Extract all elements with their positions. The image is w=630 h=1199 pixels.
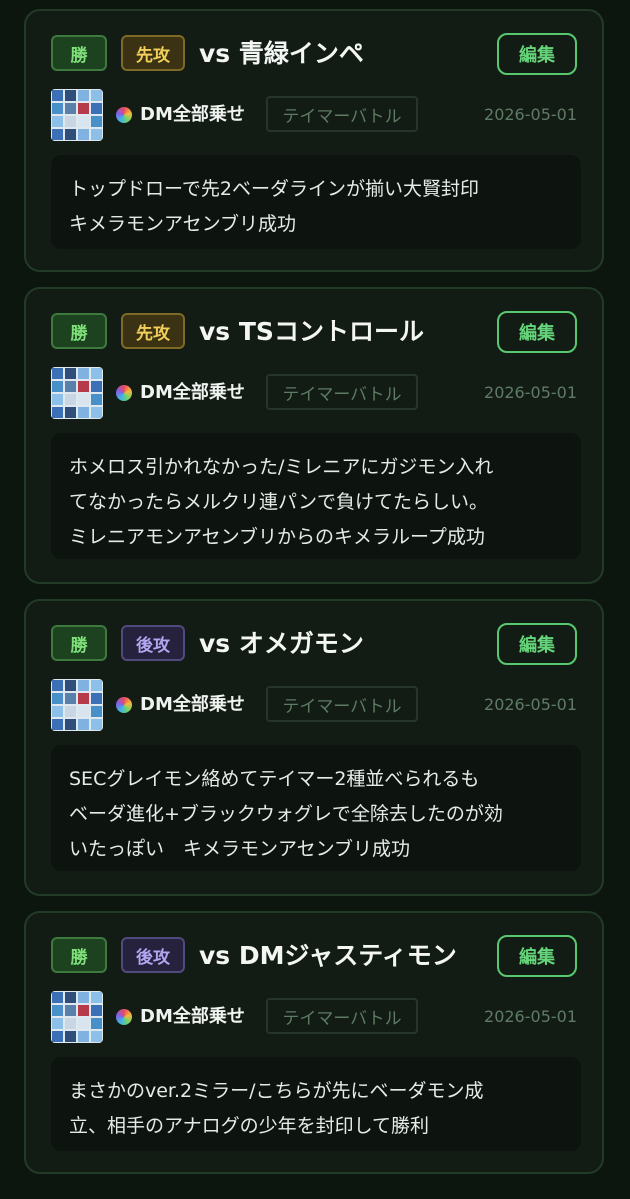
multicolor-dot-icon xyxy=(116,1009,132,1025)
note-line: トップドローで先2ベーダラインが揃い大賢封印 xyxy=(69,178,479,200)
edit-button[interactable]: 編集 xyxy=(497,311,577,353)
match-note: トップドローで先2ベーダラインが揃い大賢封印 キメラモンアセンブリ成功 xyxy=(51,155,581,249)
opponent-title: vs 青緑インペ xyxy=(199,39,364,68)
opponent-title: vs TSコントロール xyxy=(199,317,424,346)
format-tag: テイマーバトル xyxy=(266,686,418,722)
deck-thumbnail-icon xyxy=(51,991,103,1043)
note-line: SECグレイモン絡めてテイマー2種並べられるも xyxy=(69,768,480,790)
edit-button[interactable]: 編集 xyxy=(497,623,577,665)
turn-order-badge: 後攻 xyxy=(121,937,185,973)
edit-button[interactable]: 編集 xyxy=(497,935,577,977)
deck-name: DM全部乗せ xyxy=(140,382,245,403)
opponent-title: vs DMジャスティモン xyxy=(199,941,457,970)
turn-order-badge: 先攻 xyxy=(121,35,185,71)
note-line: 立、相手のアナログの少年を封印して勝利 xyxy=(69,1115,430,1137)
match-date: 2026-05-01 xyxy=(484,383,577,402)
edit-button[interactable]: 編集 xyxy=(497,33,577,75)
match-card: 勝 先攻 vs 青緑インペ 編集 DM全部乗せ テイマーバトル 2026-05-… xyxy=(24,9,604,272)
note-line: キメラモンアセンブリ成功 xyxy=(69,213,297,235)
match-card: 勝 先攻 vs TSコントロール 編集 DM全部乗せ テイマーバトル 2026-… xyxy=(24,287,604,584)
format-tag: テイマーバトル xyxy=(266,998,418,1034)
multicolor-dot-icon xyxy=(116,385,132,401)
opponent-title: vs オメガモン xyxy=(199,629,364,658)
note-line: ミレニアモンアセンブリからのキメラループ成功 xyxy=(69,526,485,548)
note-line: ホメロス引かれなかった/ミレニアにガジモン入れ xyxy=(69,456,494,478)
match-note: まさかのver.2ミラー/こちらが先にベーダモン成 立、相手のアナログの少年を封… xyxy=(51,1057,581,1151)
deck-thumbnail-icon xyxy=(51,679,103,731)
note-line: まさかのver.2ミラー/こちらが先にベーダモン成 xyxy=(69,1080,484,1102)
match-card: 勝 後攻 vs オメガモン 編集 DM全部乗せ テイマーバトル 2026-05-… xyxy=(24,599,604,896)
note-line: てなかったらメルクリ連パンで負けてたらしい。 xyxy=(69,491,488,513)
deck-name: DM全部乗せ xyxy=(140,104,245,125)
deck-thumbnail-icon xyxy=(51,367,103,419)
multicolor-dot-icon xyxy=(116,107,132,123)
turn-order-badge: 先攻 xyxy=(121,313,185,349)
turn-order-badge: 後攻 xyxy=(121,625,185,661)
result-badge: 勝 xyxy=(51,35,107,71)
match-date: 2026-05-01 xyxy=(484,1007,577,1026)
note-line: いたっぽい キメラモンアセンブリ成功 xyxy=(69,838,411,860)
format-tag: テイマーバトル xyxy=(266,374,418,410)
deck-name: DM全部乗せ xyxy=(140,694,245,715)
match-date: 2026-05-01 xyxy=(484,105,577,124)
match-card: 勝 後攻 vs DMジャスティモン 編集 DM全部乗せ テイマーバトル 2026… xyxy=(24,911,604,1174)
result-badge: 勝 xyxy=(51,937,107,973)
deck-name: DM全部乗せ xyxy=(140,1006,245,1027)
note-line: ベーダ進化+ブラックウォグレで全除去したのが効 xyxy=(69,803,503,825)
result-badge: 勝 xyxy=(51,313,107,349)
deck-thumbnail-icon xyxy=(51,89,103,141)
match-note: SECグレイモン絡めてテイマー2種並べられるも ベーダ進化+ブラックウォグレで全… xyxy=(51,745,581,871)
multicolor-dot-icon xyxy=(116,697,132,713)
match-date: 2026-05-01 xyxy=(484,695,577,714)
match-note: ホメロス引かれなかった/ミレニアにガジモン入れ てなかったらメルクリ連パンで負け… xyxy=(51,433,581,559)
format-tag: テイマーバトル xyxy=(266,96,418,132)
result-badge: 勝 xyxy=(51,625,107,661)
